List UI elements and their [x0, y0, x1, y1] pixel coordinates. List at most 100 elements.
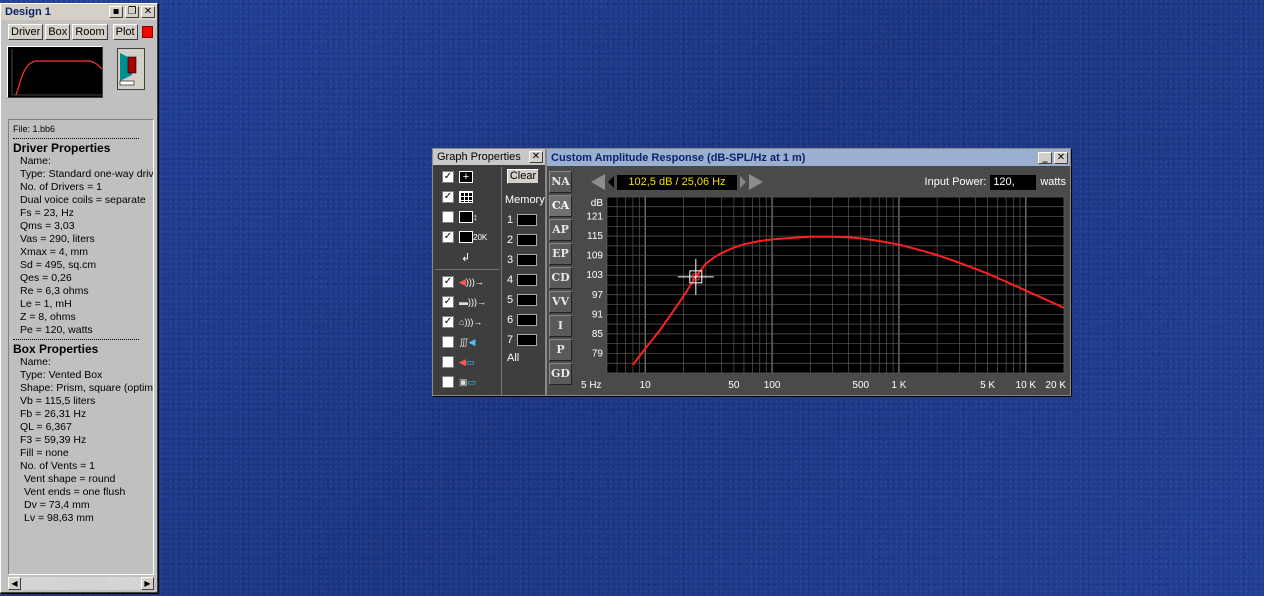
option-checkbox[interactable]: ✓ [442, 191, 454, 203]
memory-label: Memory [505, 194, 545, 206]
close-icon[interactable]: ✕ [1054, 151, 1068, 164]
speaker-graph-icon[interactable]: ◀ ▭ [459, 355, 489, 369]
design-title: Design 1 [5, 6, 51, 18]
option-checkbox[interactable]: ✓ [442, 316, 454, 328]
memory-slot-swatch[interactable] [517, 314, 538, 326]
driver-properties-list: Name: Type: Standard one-way driv No. of D… [13, 155, 154, 337]
graph-option-row[interactable]: ↲ [435, 247, 499, 267]
scroll-right-icon[interactable]: ▶ [141, 577, 154, 590]
x-tick-label: 1 K [891, 380, 906, 391]
graph-properties-titlebar[interactable]: Graph Properties ✕ [433, 149, 545, 165]
coil-speaker-icon[interactable]: ∭ ◀ [459, 335, 489, 349]
property-row: Type: Standard one-way driv [20, 168, 154, 180]
memory-slot[interactable]: 2 [502, 230, 545, 250]
property-row: Vent shape = round [24, 473, 116, 485]
memory-slot[interactable]: 5 [502, 290, 545, 310]
tab-ep[interactable]: EP [549, 243, 572, 265]
tab-room[interactable]: Room [72, 24, 108, 40]
option-checkbox[interactable] [442, 336, 454, 348]
return-arrow-icon[interactable]: ↲ [461, 250, 491, 264]
memory-slot[interactable]: 7 [502, 330, 545, 350]
tab-plot[interactable]: Plot [112, 24, 138, 40]
step-right-icon[interactable] [740, 176, 746, 188]
memory-slot-swatch[interactable] [517, 294, 538, 306]
divider [13, 138, 139, 139]
tab-i[interactable]: I [549, 315, 572, 337]
option-checkbox[interactable]: ✓ [442, 276, 454, 288]
restore-icon[interactable]: ❐ [125, 6, 139, 18]
memory-slot-swatch[interactable] [517, 274, 538, 286]
property-row: Fs = 23, Hz [20, 207, 74, 219]
tab-cd[interactable]: CD [549, 267, 572, 289]
amplitude-response-title: Custom Amplitude Response (dB-SPL/Hz at … [551, 151, 806, 164]
tab-driver[interactable]: Driver [8, 24, 44, 40]
scroll-left-icon[interactable]: ◀ [8, 577, 21, 590]
option-checkbox[interactable]: ✓ [442, 171, 454, 183]
y-tick-label: 121 [586, 212, 603, 223]
memory-slot-swatch[interactable] [517, 214, 538, 226]
option-checkbox[interactable] [442, 211, 454, 223]
clear-button[interactable]: Clear [507, 169, 539, 184]
chart-svg[interactable]: dB 121 115 109 103 97 91 85 79 5 Hz 10 50 100 500 1 K 5… [577, 193, 1067, 393]
tab-ca[interactable]: CA [549, 195, 572, 217]
tab-na[interactable]: NA [549, 171, 572, 193]
memory-slot[interactable]: 4 [502, 270, 545, 290]
next-arrow-icon[interactable] [749, 174, 763, 190]
property-row: Name: [20, 356, 51, 368]
graph-option-row[interactable]: ✓ ▬)))→ [435, 292, 499, 312]
plot-color-swatch[interactable] [141, 26, 153, 38]
graph-option-row[interactable]: ✓ [435, 187, 499, 207]
minimize-icon[interactable]: _ [1038, 151, 1052, 164]
option-checkbox[interactable] [442, 376, 454, 388]
close-icon[interactable]: ✕ [529, 151, 543, 163]
graph-option-row[interactable]: ∭ ◀ [435, 332, 499, 352]
property-row: Dv = 73,4 mm [24, 499, 90, 511]
grid-icon[interactable] [459, 190, 489, 204]
graph-option-row[interactable]: ↕ [435, 207, 499, 227]
memory-slot[interactable]: 1 [502, 210, 545, 230]
previous-arrow-icon[interactable] [591, 174, 605, 190]
crosshair-icon[interactable]: + [459, 170, 489, 184]
cursor-readout: 102,5 dB / 25,06 Hz [617, 174, 737, 190]
memory-slot-swatch[interactable] [517, 254, 538, 266]
memory-all-button[interactable]: All [502, 352, 545, 364]
response-thumbnail[interactable] [7, 46, 103, 98]
close-icon[interactable]: ✕ [141, 6, 155, 18]
memory-slot-number: 5 [507, 294, 514, 306]
input-power-field[interactable]: 120, [990, 174, 1037, 190]
tab-p[interactable]: P [549, 339, 572, 361]
box-graph-icon[interactable]: ▣ ▭ [459, 375, 489, 389]
option-checkbox[interactable]: ✓ [442, 296, 454, 308]
box-signal-icon[interactable]: ▬)))→ [459, 295, 489, 309]
driver-signal-icon[interactable]: ◀)))→ [459, 275, 489, 289]
step-left-icon[interactable] [608, 176, 614, 188]
properties-panel[interactable]: File: 1.bb6 Driver Properties Name: Type:… [8, 119, 154, 575]
save-icon[interactable]: ▪ [109, 6, 123, 18]
properties-hscrollbar[interactable]: ◀ ▶ [8, 577, 154, 590]
vertical-resize-icon[interactable]: ↕ [459, 210, 489, 224]
memory-slot-swatch[interactable] [517, 334, 538, 346]
graph-option-row[interactable]: ✓ 20K [435, 227, 499, 247]
option-checkbox[interactable]: ✓ [442, 231, 454, 243]
tab-gd[interactable]: GD [549, 363, 572, 385]
graph-option-row[interactable]: ✓ + [435, 167, 499, 187]
memory-slot[interactable]: 6 [502, 310, 545, 330]
room-signal-icon[interactable]: ⌂)))→ [459, 315, 489, 329]
graph-option-row[interactable]: ◀ ▭ [435, 352, 499, 372]
box-thumbnail-icon[interactable] [117, 48, 145, 90]
amplitude-response-titlebar[interactable]: Custom Amplitude Response (dB-SPL/Hz at … [547, 149, 1070, 166]
graph-option-row[interactable]: ▣ ▭ [435, 372, 499, 392]
memory-slot-number: 7 [507, 334, 514, 346]
option-checkbox[interactable] [442, 356, 454, 368]
design-titlebar[interactable]: Design 1 ▪ ❐ ✕ [1, 4, 157, 20]
graph-option-row[interactable]: ✓ ⌂)))→ [435, 312, 499, 332]
memory-slot[interactable]: 3 [502, 250, 545, 270]
amplitude-response-chart[interactable]: dB 121 115 109 103 97 91 85 79 5 Hz 10 50 100 500 1 K 5… [577, 193, 1067, 393]
tab-box[interactable]: Box [45, 24, 71, 40]
tab-vv[interactable]: VV [549, 291, 572, 313]
scroll-track[interactable] [21, 577, 141, 590]
tab-ap[interactable]: AP [549, 219, 572, 241]
graph-option-row[interactable]: ✓ ◀)))→ [435, 272, 499, 292]
memory-slot-swatch[interactable] [517, 234, 538, 246]
range-20k-icon[interactable]: 20K [459, 230, 489, 244]
